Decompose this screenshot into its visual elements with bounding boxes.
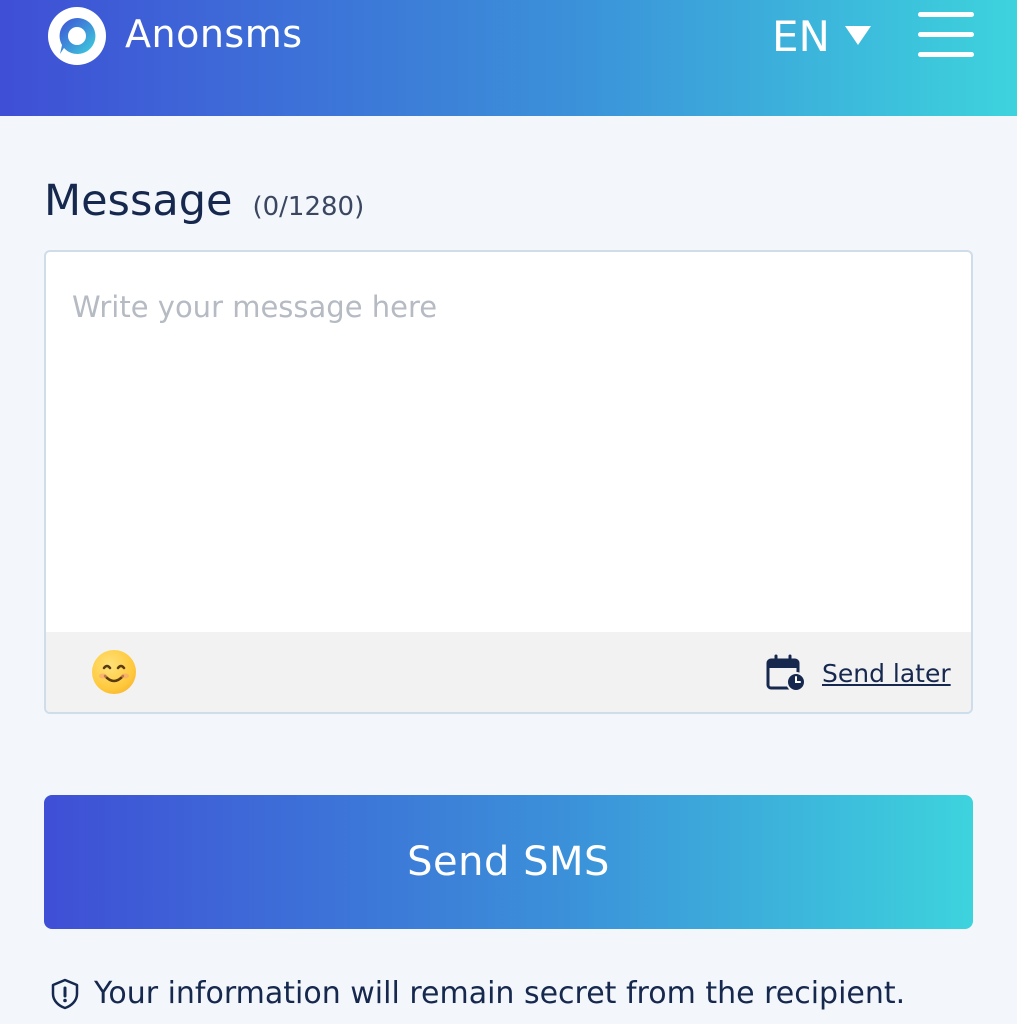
message-toolbar: Send later xyxy=(46,632,971,712)
calendar-clock-icon xyxy=(766,654,806,692)
send-later-label: Send later xyxy=(822,658,951,688)
send-later-link[interactable]: Send later xyxy=(766,652,951,694)
privacy-text: Your information will remain secret from… xyxy=(94,976,906,1011)
caret-down-icon xyxy=(844,26,871,45)
send-sms-button[interactable]: Send SMS xyxy=(44,795,973,929)
message-input[interactable] xyxy=(46,252,971,632)
shield-icon xyxy=(51,978,79,1009)
message-label-row: Message (0/1280) xyxy=(44,176,364,226)
language-selector[interactable]: EN xyxy=(772,11,872,61)
brand-name[interactable]: Anonsms xyxy=(125,12,303,56)
message-box: Send later xyxy=(44,250,973,714)
language-label: EN xyxy=(772,11,830,61)
message-label: Message xyxy=(44,176,233,226)
top-bar: Anonsms EN xyxy=(0,0,1017,116)
emoji-picker-icon[interactable] xyxy=(92,650,136,694)
character-counter: (0/1280) xyxy=(252,192,365,222)
hamburger-menu-icon[interactable] xyxy=(918,12,974,58)
privacy-notice: Your information will remain secret from… xyxy=(50,976,905,1011)
logo-icon[interactable] xyxy=(48,7,106,65)
